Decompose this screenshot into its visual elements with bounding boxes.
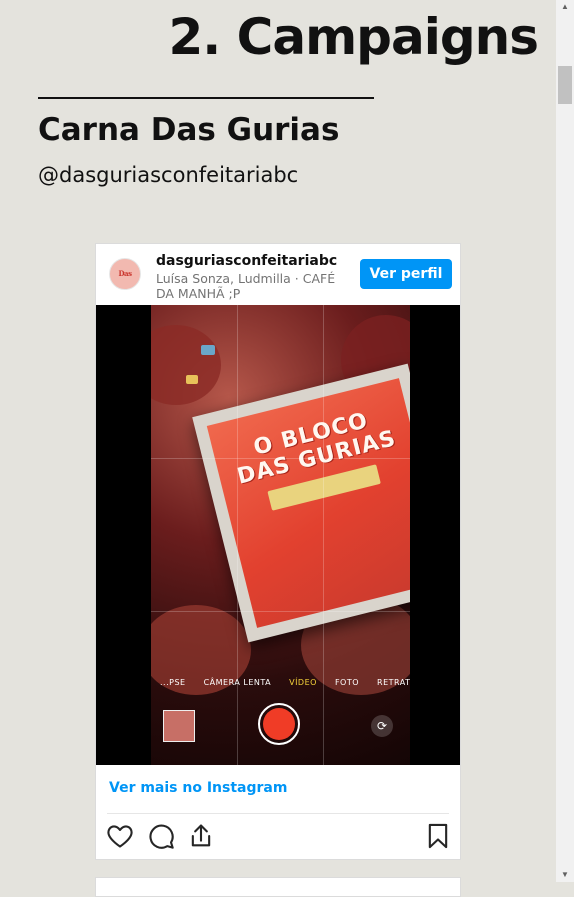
campaign-handle: @dasguriasconfeitariabc	[38, 163, 299, 187]
embed-actions	[96, 820, 460, 854]
bloco-box: O BLOCO DAS GURIAS	[192, 363, 410, 643]
embed-media[interactable]: O BLOCO DAS GURIAS ...PSE CÂMERA LENTA VÍD…	[96, 305, 460, 765]
heart-icon[interactable]	[106, 822, 134, 850]
embed-subtitle: Luísa Sonza, Ludmilla · CAFÉ DA MANHÃ ;P	[156, 271, 336, 301]
camera-mode: FOTO	[334, 678, 360, 687]
camera-mode: ...PSE	[160, 678, 186, 687]
campaign-title: Carna Das Gurias	[38, 112, 340, 148]
view-more-link[interactable]: Ver mais no Instagram	[109, 780, 287, 796]
camera-modes: ...PSE CÂMERA LENTA VÍDEO FOTO RETRATO	[151, 678, 410, 687]
scroll-up-icon[interactable]: ▲	[556, 0, 574, 14]
gallery-thumbnail	[163, 710, 195, 742]
share-icon[interactable]	[187, 822, 215, 850]
record-button	[258, 703, 300, 745]
scroll-thumb[interactable]	[558, 66, 572, 104]
heading-divider	[38, 97, 374, 99]
embed-divider	[107, 813, 449, 814]
camera-mode: CÂMERA LENTA	[203, 678, 272, 687]
avatar[interactable]: Das Gurias	[109, 258, 141, 290]
flip-camera-icon: ⟳	[371, 715, 393, 737]
embed-header: Das Gurias dasguriasconfeitariabc Luísa …	[96, 244, 460, 304]
view-profile-button[interactable]: Ver perfil	[360, 259, 452, 289]
next-embed	[95, 877, 461, 897]
scroll-down-icon[interactable]: ▼	[556, 868, 574, 882]
video-frame: O BLOCO DAS GURIAS ...PSE CÂMERA LENTA VÍD…	[151, 305, 410, 765]
camera-mode: RETRATO	[377, 678, 410, 687]
bookmark-icon[interactable]	[424, 822, 452, 850]
comment-icon[interactable]	[147, 822, 175, 850]
section-heading: 2. Campaigns	[168, 8, 539, 66]
scrollbar[interactable]: ▲ ▼	[556, 0, 574, 882]
instagram-embed: Das Gurias dasguriasconfeitariabc Luísa …	[95, 243, 461, 860]
embed-username[interactable]: dasguriasconfeitariabc	[156, 253, 337, 269]
camera-mode-active: VÍDEO	[289, 678, 317, 687]
